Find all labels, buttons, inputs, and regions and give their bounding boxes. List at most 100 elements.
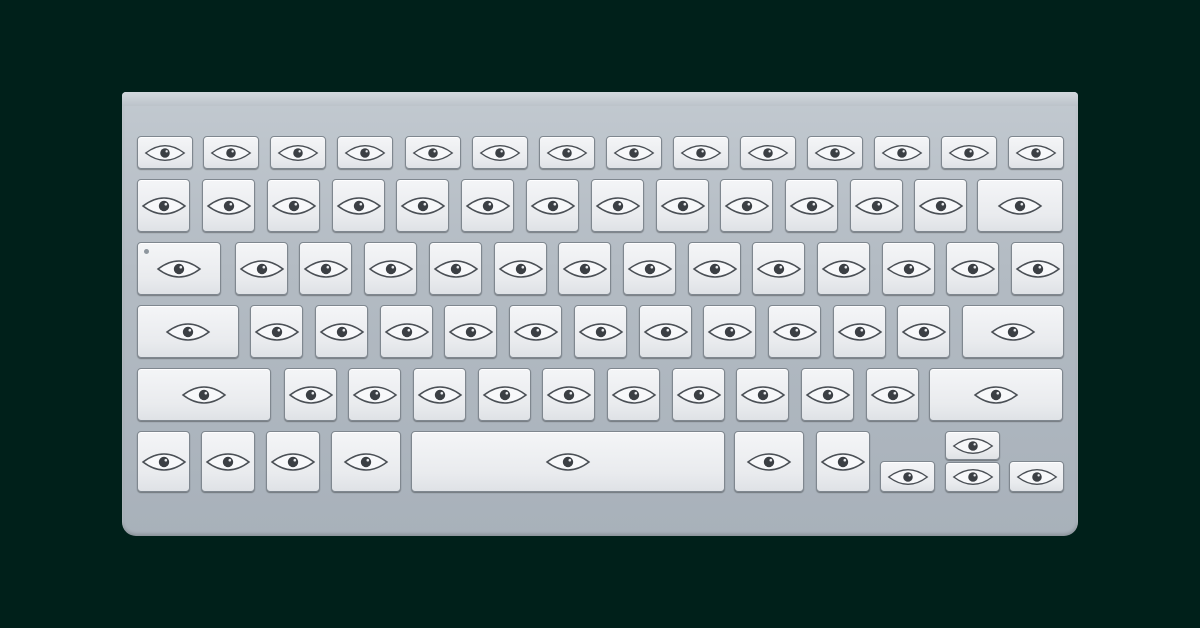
key-r4-c1[interactable] [137, 305, 239, 358]
key-r1-c3[interactable] [270, 136, 326, 169]
key-r2-c14[interactable] [977, 179, 1063, 232]
key-r2-c12[interactable] [850, 179, 903, 232]
arrow-left-key[interactable] [880, 461, 935, 492]
key-r5-c7[interactable] [607, 368, 660, 421]
key-r4-c4[interactable] [380, 305, 433, 358]
key-r5-c12[interactable] [929, 368, 1063, 421]
key-r4-c11[interactable] [833, 305, 886, 358]
key-r3-c6[interactable] [494, 242, 547, 295]
key-r1-c4[interactable] [337, 136, 393, 169]
key-r3-c5[interactable] [429, 242, 482, 295]
key-r1-c8[interactable] [606, 136, 662, 169]
eye-glint [471, 328, 474, 331]
key-r4-c5[interactable] [444, 305, 497, 358]
key-r4-c8[interactable] [639, 305, 692, 358]
key-r5-c1[interactable] [137, 368, 271, 421]
eye-icon [821, 259, 866, 278]
key-r6-c4[interactable] [331, 431, 401, 492]
eye-pupil [305, 389, 316, 400]
key-r6-c1[interactable] [137, 431, 190, 492]
key-r1-c6[interactable] [472, 136, 528, 169]
key-r3-c8[interactable] [623, 242, 676, 295]
key-r2-c11[interactable] [785, 179, 838, 232]
eye-icon [288, 385, 333, 404]
key-r1-c13[interactable] [941, 136, 997, 169]
key-r1-c12[interactable] [874, 136, 930, 169]
eye-icon [692, 259, 737, 278]
key-r2-c13[interactable] [914, 179, 967, 232]
key-r3-c10[interactable] [752, 242, 805, 295]
key-r1-c1[interactable] [137, 136, 193, 169]
key-r5-c5[interactable] [478, 368, 531, 421]
keyboard-top-edge [122, 92, 1078, 106]
key-r2-c4[interactable] [332, 179, 385, 232]
key-r1-c2[interactable] [203, 136, 259, 169]
key-r3-c13[interactable] [946, 242, 999, 295]
eye-pupil [256, 263, 267, 274]
eye-glint [650, 265, 653, 268]
key-r5-c11[interactable] [866, 368, 919, 421]
key-r2-c9[interactable] [656, 179, 709, 232]
arrow-up-key[interactable] [945, 431, 1000, 460]
key-r5-c8[interactable] [672, 368, 725, 421]
key-r4-c13[interactable] [962, 305, 1064, 358]
key-r2-c10[interactable] [720, 179, 773, 232]
arrow-right-key[interactable] [1009, 461, 1064, 492]
eye-glint [972, 442, 976, 446]
key-r5-c2[interactable] [284, 368, 337, 421]
arrow-down-key[interactable] [945, 462, 1000, 492]
key-r4-c6[interactable] [509, 305, 562, 358]
key-r6-c7[interactable] [816, 431, 870, 492]
key-r6-c5[interactable] [411, 431, 725, 492]
key-r1-c5[interactable] [405, 136, 461, 169]
eye-icon [271, 196, 316, 215]
key-r2-c3[interactable] [267, 179, 320, 232]
key-r2-c6[interactable] [461, 179, 514, 232]
eye-glint [715, 265, 718, 268]
key-r6-c6[interactable] [734, 431, 804, 492]
key-r2-c7[interactable] [526, 179, 579, 232]
key-r1-c9[interactable] [673, 136, 729, 169]
eye-icon [165, 322, 211, 341]
key-r5-c3[interactable] [348, 368, 401, 421]
eye-icon [747, 144, 789, 161]
key-r6-c3[interactable] [266, 431, 320, 492]
key-r5-c6[interactable] [542, 368, 595, 421]
key-r1-c10[interactable] [740, 136, 796, 169]
key-r6-c2[interactable] [201, 431, 255, 492]
key-r2-c1[interactable] [137, 179, 190, 232]
key-r4-c2[interactable] [250, 305, 303, 358]
eye-glint [747, 202, 750, 205]
key-r5-c10[interactable] [801, 368, 854, 421]
key-r2-c8[interactable] [591, 179, 644, 232]
key-r5-c4[interactable] [413, 368, 466, 421]
key-r4-c9[interactable] [703, 305, 756, 358]
eye-glint [391, 265, 394, 268]
key-r2-c5[interactable] [396, 179, 449, 232]
key-r1-c14[interactable] [1008, 136, 1064, 169]
key-r3-c11[interactable] [817, 242, 870, 295]
key-r3-c1[interactable] [137, 242, 221, 295]
key-r3-c14[interactable] [1011, 242, 1064, 295]
key-r3-c3[interactable] [299, 242, 352, 295]
key-r4-c7[interactable] [574, 305, 627, 358]
key-r3-c7[interactable] [558, 242, 611, 295]
eye-pupil [644, 263, 655, 274]
eye-pupil [967, 263, 978, 274]
key-r4-c12[interactable] [897, 305, 950, 358]
key-r1-c7[interactable] [539, 136, 595, 169]
eye-icon [952, 468, 993, 486]
key-r3-c2[interactable] [235, 242, 288, 295]
key-r4-c3[interactable] [315, 305, 368, 358]
key-r2-c2[interactable] [202, 179, 255, 232]
key-r4-c10[interactable] [768, 305, 821, 358]
key-r3-c12[interactable] [882, 242, 935, 295]
key-r3-c4[interactable] [364, 242, 417, 295]
eye-icon [465, 196, 510, 215]
key-r1-c11[interactable] [807, 136, 863, 169]
eye-icon [270, 452, 316, 471]
eye-glint [768, 149, 771, 153]
key-r5-c9[interactable] [736, 368, 789, 421]
eye-glint [326, 265, 329, 268]
key-r3-c9[interactable] [688, 242, 741, 295]
